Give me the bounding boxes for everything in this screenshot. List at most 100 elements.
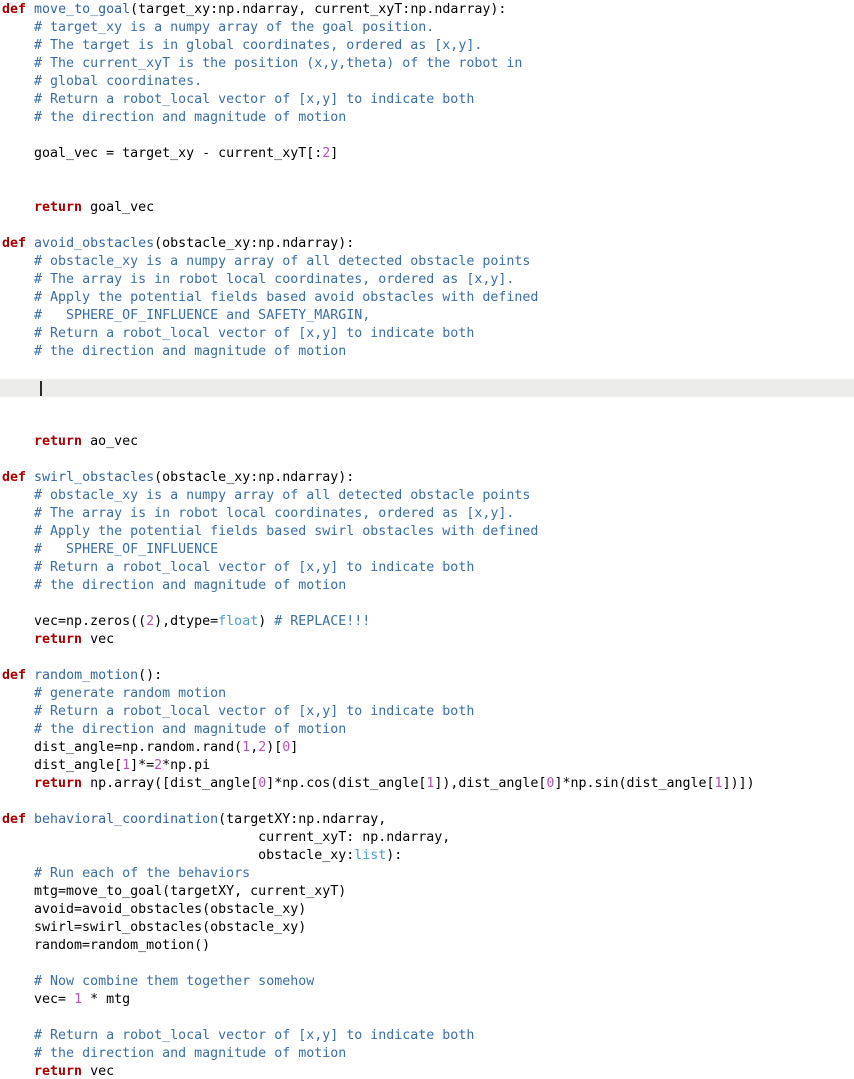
- code-token-kw: return: [34, 200, 83, 215]
- code-token-com: # target_xy is a numpy array of the goal…: [34, 20, 435, 35]
- code-line[interactable]: [0, 595, 854, 613]
- code-line[interactable]: obstacle_xy:list):: [0, 847, 854, 865]
- code-line[interactable]: current_xyT: np.ndarray,: [0, 829, 854, 847]
- code-line[interactable]: # global coordinates.: [0, 73, 854, 91]
- code-token-com: # obstacle_xy is a numpy array of all de…: [34, 488, 531, 503]
- code-line[interactable]: # Now combine them together somehow: [0, 973, 854, 991]
- code-line[interactable]: swirl=swirl_obstacles(obstacle_xy): [0, 919, 854, 937]
- code-line[interactable]: # the direction and magnitude of motion: [0, 343, 854, 361]
- code-token-fn: random_motion: [34, 668, 139, 683]
- code-line[interactable]: vec= 1 * mtg: [0, 991, 854, 1009]
- code-line[interactable]: # Apply the potential fields based avoid…: [0, 289, 854, 307]
- code-line[interactable]: def swirl_obstacles(obstacle_xy:np.ndarr…: [0, 469, 854, 487]
- code-token-com: # The target is in global coordinates, o…: [34, 38, 483, 53]
- code-line[interactable]: [0, 955, 854, 973]
- code-line[interactable]: return np.array([dist_angle[0]*np.cos(di…: [0, 775, 854, 793]
- code-line[interactable]: dist_angle[1]*=2*np.pi: [0, 757, 854, 775]
- code-line[interactable]: # the direction and magnitude of motion: [0, 577, 854, 595]
- code-line[interactable]: random=random_motion(): [0, 937, 854, 955]
- code-line[interactable]: # Return a robot_local vector of [x,y] t…: [0, 703, 854, 721]
- code-token-kw: return: [34, 632, 83, 647]
- code-line[interactable]: [0, 793, 854, 811]
- code-token-plain: goal_vec = target_xy - current_xyT[:: [2, 146, 323, 161]
- code-token-plain: ao_vec: [82, 434, 139, 449]
- code-line[interactable]: # SPHERE_OF_INFLUENCE: [0, 541, 854, 559]
- code-text-area[interactable]: def move_to_goal(target_xy:np.ndarray, c…: [0, 0, 854, 1079]
- code-line[interactable]: # SPHERE_OF_INFLUENCE and SAFETY_MARGIN,: [0, 307, 854, 325]
- code-line[interactable]: # Apply the potential fields based swirl…: [0, 523, 854, 541]
- code-token-plain: dist_angle=np.random.rand(: [2, 740, 243, 755]
- code-line[interactable]: # Return a robot_local vector of [x,y] t…: [0, 559, 854, 577]
- code-line[interactable]: # Return a robot_local vector of [x,y] t…: [0, 91, 854, 109]
- code-line[interactable]: [0, 361, 854, 379]
- code-token-com: # obstacle_xy is a numpy array of all de…: [34, 254, 531, 269]
- code-line[interactable]: # The array is in robot local coordinate…: [0, 505, 854, 523]
- code-token-plain: (targetXY:np.ndarray,: [218, 812, 387, 827]
- code-token-plain: ),dtype=: [154, 614, 219, 629]
- code-token-builtin: float: [218, 614, 259, 629]
- code-token-kw: return: [34, 1064, 83, 1079]
- code-line[interactable]: dist_angle=np.random.rand(1,2)[0]: [0, 739, 854, 757]
- code-token-com: # Return a robot_local vector of [x,y] t…: [34, 560, 475, 575]
- code-line[interactable]: # the direction and magnitude of motion: [0, 109, 854, 127]
- code-token-plain: vec: [82, 632, 115, 647]
- code-line[interactable]: [0, 415, 854, 433]
- code-token-com: # REPLACE!!!: [274, 614, 371, 629]
- code-line[interactable]: # the direction and magnitude of motion: [0, 721, 854, 739]
- code-line[interactable]: # Return a robot_local vector of [x,y] t…: [0, 1027, 854, 1045]
- code-token-plain: np.array([dist_angle[: [82, 776, 259, 791]
- code-line[interactable]: avoid=avoid_obstacles(obstacle_xy): [0, 901, 854, 919]
- code-line[interactable]: [0, 451, 854, 469]
- code-token-com: # the direction and magnitude of motion: [34, 578, 347, 593]
- code-line[interactable]: # target_xy is a numpy array of the goal…: [0, 19, 854, 37]
- code-line[interactable]: [0, 163, 854, 181]
- code-line[interactable]: mtg=move_to_goal(targetXY, current_xyT): [0, 883, 854, 901]
- code-line[interactable]: vec=np.zeros((2),dtype=float) # REPLACE!…: [0, 613, 854, 631]
- code-line[interactable]: # generate random motion: [0, 685, 854, 703]
- code-line[interactable]: # Run each of the behaviors: [0, 865, 854, 883]
- code-token-plain: ,: [250, 740, 259, 755]
- code-token-plain: goal_vec: [82, 200, 155, 215]
- code-line[interactable]: [0, 181, 854, 199]
- code-line[interactable]: # obstacle_xy is a numpy array of all de…: [0, 253, 854, 271]
- code-token-com: # Return a robot_local vector of [x,y] t…: [34, 92, 475, 107]
- code-token-fn: avoid_obstacles: [34, 236, 155, 251]
- code-line[interactable]: def avoid_obstacles(obstacle_xy:np.ndarr…: [0, 235, 854, 253]
- code-token-num: 1: [74, 992, 83, 1007]
- code-token-plain: ]: [330, 146, 339, 161]
- code-line[interactable]: [0, 397, 854, 415]
- code-line[interactable]: [0, 1009, 854, 1027]
- code-line[interactable]: return vec: [0, 1063, 854, 1079]
- code-line[interactable]: goal_vec = target_xy - current_xyT[:2]: [0, 145, 854, 163]
- code-line[interactable]: # The current_xyT is the position (x,y,t…: [0, 55, 854, 73]
- code-line[interactable]: # the direction and magnitude of motion: [0, 1045, 854, 1063]
- code-line[interactable]: return ao_vec: [0, 433, 854, 451]
- code-line[interactable]: def move_to_goal(target_xy:np.ndarray, c…: [0, 1, 854, 19]
- code-editor[interactable]: def move_to_goal(target_xy:np.ndarray, c…: [0, 0, 854, 1079]
- code-token-kw: def: [2, 236, 27, 251]
- code-line[interactable]: # The array is in robot local coordinate…: [0, 271, 854, 289]
- code-token-com: # Return a robot_local vector of [x,y] t…: [34, 326, 475, 341]
- code-line[interactable]: def random_motion():: [0, 667, 854, 685]
- code-line[interactable]: # obstacle_xy is a numpy array of all de…: [0, 487, 854, 505]
- code-line[interactable]: # Return a robot_local vector of [x,y] t…: [0, 325, 854, 343]
- code-line[interactable]: # The target is in global coordinates, o…: [0, 37, 854, 55]
- code-token-kw: def: [2, 812, 27, 827]
- code-line[interactable]: [0, 217, 854, 235]
- code-token-com: # The array is in robot local coordinate…: [34, 506, 515, 521]
- code-line-current[interactable]: [0, 379, 854, 397]
- code-line[interactable]: return goal_vec: [0, 199, 854, 217]
- code-line[interactable]: return vec: [0, 631, 854, 649]
- code-line[interactable]: def behavioral_coordination(targetXY:np.…: [0, 811, 854, 829]
- code-line[interactable]: [0, 649, 854, 667]
- code-line[interactable]: [0, 127, 854, 145]
